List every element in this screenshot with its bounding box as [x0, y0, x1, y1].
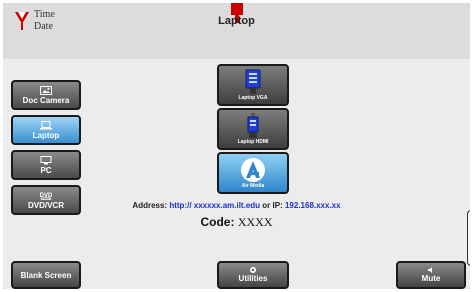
- air-media-icon: [241, 158, 265, 182]
- source-laptop-hdmi-button[interactable]: Laptop HDMI: [217, 108, 289, 150]
- mute-button[interactable]: Mute: [396, 261, 466, 289]
- page-title: Laptop: [218, 15, 255, 27]
- gear-icon: [250, 267, 256, 273]
- connection-code: Code: XXXX: [3, 215, 470, 230]
- source-label: Laptop HDMI: [237, 139, 269, 145]
- speaker-icon: [428, 267, 432, 273]
- dvd-icon: DVD: [40, 193, 52, 200]
- code-value: XXXX: [237, 215, 273, 229]
- sidebar-item-pc[interactable]: PC: [11, 150, 81, 180]
- utilities-button[interactable]: Utilities: [217, 261, 289, 289]
- blank-screen-button[interactable]: Blank Screen: [11, 261, 81, 289]
- sidebar-item-doc-camera[interactable]: Doc Camera: [11, 80, 81, 110]
- top-indicator: [231, 3, 243, 23]
- ip-address: 192.168.xxx.xx: [284, 201, 341, 210]
- source-label: Laptop VGA: [238, 95, 268, 101]
- laptop-icon: [40, 121, 52, 130]
- or-ip-label: or IP:: [262, 201, 283, 210]
- image-icon: [40, 86, 52, 95]
- sidebar-item-dvd-vcr[interactable]: DVD DVD/VCR: [11, 185, 81, 215]
- source-laptop-vga-button[interactable]: Laptop VGA: [217, 64, 289, 106]
- monitor-icon: [40, 156, 52, 165]
- sidebar-item-label: Laptop: [32, 131, 60, 140]
- source-label: Air Media: [241, 183, 265, 189]
- side-pull-tab[interactable]: [467, 210, 470, 266]
- sidebar-item-laptop[interactable]: Laptop: [11, 115, 81, 145]
- touch-panel-screen: Time Date Laptop Doc Camera Laptop PC DV…: [3, 3, 470, 289]
- connection-address: Address: http:// xxxxxx.am.ilt.edu or IP…: [3, 201, 470, 210]
- code-label: Code:: [200, 215, 235, 229]
- sidebar-item-label: Doc Camera: [22, 96, 70, 105]
- blank-screen-label: Blank Screen: [20, 271, 72, 280]
- mute-label: Mute: [421, 274, 441, 283]
- hdmi-connector-icon: [247, 113, 259, 138]
- vga-connector-icon: [245, 69, 261, 94]
- utilities-label: Utilities: [238, 274, 268, 283]
- address-prefix: Address:: [132, 201, 168, 210]
- address-url: http:// xxxxxx.am.ilt.edu: [169, 201, 261, 210]
- source-air-media-button[interactable]: Air Media: [217, 152, 289, 194]
- sidebar-item-label: PC: [40, 166, 52, 175]
- header-bar: Time Date Laptop: [3, 3, 470, 59]
